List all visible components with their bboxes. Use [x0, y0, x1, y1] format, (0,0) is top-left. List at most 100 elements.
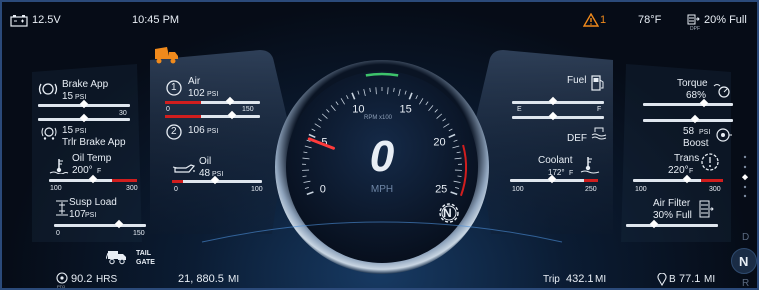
dial-minor-tick [455, 187, 460, 189]
dial-minor-tick [425, 101, 429, 106]
dial-minor-tick [302, 157, 310, 160]
def-bar [512, 111, 604, 121]
air-scale-min: 0 [166, 106, 170, 113]
air1-label: Air [188, 76, 201, 87]
range-value: 77.1 [679, 273, 701, 285]
dial-minor-tick [450, 191, 458, 196]
fuel-pump-icon [590, 74, 606, 97]
def-label: DEF [567, 133, 587, 144]
air-filter-icon [698, 199, 714, 224]
air2-bar [165, 110, 260, 120]
dial-minor-tick [318, 118, 322, 122]
dial-tick-label: 25 [435, 184, 447, 196]
trailer-brake-icon [40, 126, 58, 145]
oil-pressure-bar [172, 175, 262, 185]
brake-app-value: 15 [62, 91, 74, 102]
trans-unit: F [689, 168, 694, 175]
dial-minor-tick [442, 118, 446, 122]
dial-minor-tick [351, 92, 356, 100]
range-unit: MI [704, 274, 716, 285]
dial-minor-tick [340, 98, 345, 105]
susp-load-scale-min: 0 [56, 230, 60, 237]
dial-minor-tick [454, 157, 462, 160]
dial-minor-tick [419, 98, 424, 105]
torque-bar [643, 98, 733, 108]
oil-temp-value: 200° [72, 165, 93, 176]
page-indicator[interactable] [741, 154, 749, 203]
air-filter-bar [626, 219, 718, 229]
speed-readout: 0 [369, 132, 395, 181]
speed-unit: MPH [370, 184, 394, 195]
air2-badge-number: 2 [171, 126, 177, 137]
dial-minor-tick [408, 92, 413, 100]
oil-temp-scale-min: 100 [50, 185, 62, 192]
coolant-scale-min: 100 [512, 186, 524, 193]
coolant-temp-icon [580, 156, 600, 179]
trans-temp-bar [633, 174, 723, 184]
gear-lower: R [742, 278, 750, 289]
gear-current-badge[interactable]: N [731, 248, 757, 274]
dial-minor-tick [330, 105, 336, 112]
current-gear: N [443, 206, 452, 220]
brake-app-label: Brake App [62, 79, 109, 90]
def-fluid-icon [591, 124, 607, 145]
fuel-label: Fuel [567, 75, 587, 86]
trlr-brake-unit: PSI [75, 128, 87, 135]
fuel-empty: E [517, 106, 522, 113]
range-label: B [669, 274, 676, 285]
dial-minor-tick [335, 101, 339, 106]
dial-minor-tick [387, 87, 389, 95]
dump-truck-icon [151, 46, 181, 71]
trlr-brake-value: 15 [62, 125, 74, 136]
dial-minor-tick [375, 87, 377, 95]
dial-minor-tick [398, 89, 401, 97]
trip-unit: MI [595, 274, 607, 285]
air-filter-label: Air Filter [653, 198, 691, 209]
dial-minor-tick [443, 123, 450, 128]
air2-value: 106 [188, 125, 205, 136]
dial-minor-tick [304, 145, 312, 149]
gear-upper: D [742, 232, 750, 243]
instrument-cluster: 12.5V 10:45 PM 1 78°F DPF 20% Full 0 5 1… [0, 0, 759, 290]
susp-load-scale-max: 150 [133, 230, 145, 237]
dial-tick-label: 0 [320, 184, 326, 196]
dial-minor-tick [448, 128, 453, 132]
dial-minor-tick [311, 128, 316, 132]
fuel-bar [512, 96, 604, 106]
dial-minor-tick [436, 113, 443, 119]
range-pin-icon [657, 272, 667, 290]
dial-minor-tick [363, 89, 366, 97]
air1-value: 102 [188, 88, 205, 99]
coolant-scale-max: 250 [585, 186, 597, 193]
fuel-full: F [597, 106, 602, 113]
trip-label: Trip [543, 274, 560, 285]
air-filter-value: 30% Full [653, 210, 692, 221]
dial-minor-tick [434, 109, 438, 113]
trans-scale-min: 100 [635, 186, 647, 193]
odometer-unit: MI [228, 274, 240, 285]
dial-minor-tick [393, 87, 395, 92]
trlr-brake-bar [38, 113, 130, 123]
turbo-boost-icon [713, 126, 733, 149]
dial-tick-label: 10 [352, 104, 364, 116]
dial-minor-tick [453, 180, 461, 183]
dial-minor-tick [304, 187, 309, 189]
dial-minor-tick [453, 139, 458, 142]
oil-value: 48 [199, 168, 211, 179]
dial-minor-tick [321, 113, 328, 119]
oil-label: Oil [199, 156, 212, 167]
rpm-unit: RPM x100 [364, 115, 393, 121]
oil-scale-min: 0 [174, 186, 178, 193]
susp-load-value: 107 [69, 209, 86, 220]
dial-minor-tick [415, 95, 418, 100]
dial-minor-tick [448, 133, 456, 139]
oil-temp-bar [49, 174, 137, 184]
dial-minor-tick [357, 90, 360, 95]
oil-temp-label: Oil Temp [72, 153, 112, 164]
gear-current: N [739, 254, 749, 269]
brake-app-scale-max: 30 [119, 110, 127, 117]
dial-minor-tick [306, 191, 314, 196]
dial-minor-tick [452, 145, 460, 149]
trip-value: 432.1 [566, 273, 594, 285]
transmission-icon [699, 151, 721, 178]
